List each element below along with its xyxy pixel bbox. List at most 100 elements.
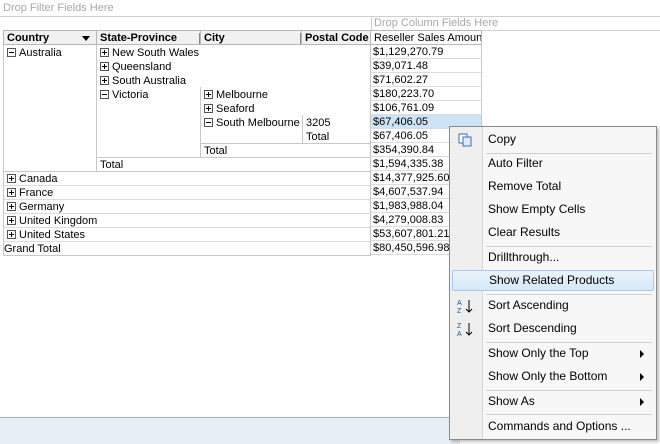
row-label-germany[interactable]: Germany [4,200,370,214]
submenu-arrow-icon [640,350,644,358]
total-label: Total [100,159,124,171]
drop-filter-text: Drop Filter Fields Here [3,2,114,14]
menu-separator [486,414,652,415]
value-cell[interactable]: $71,602.27 [371,73,482,87]
svg-text:Z: Z [457,323,462,330]
menu-item-clear-results[interactable]: Clear Results [452,222,654,243]
row-label-seaford[interactable]: Seaford [201,102,302,116]
state-header-label: State-Province [100,32,178,44]
expand-icon[interactable] [7,202,16,211]
menu-item-sort-descending[interactable]: ZA Sort Descending [452,318,654,339]
collapse-icon[interactable] [204,118,213,127]
drop-column-zone[interactable]: Drop Column Fields Here [371,16,660,31]
expand-icon[interactable] [7,230,16,239]
row-label-united-kingdom[interactable]: United Kingdom [4,214,370,228]
country-label: Germany [19,201,65,213]
country-label: United States [19,229,86,241]
state-label: South Australia [112,75,186,87]
menu-item-show-only-bottom[interactable]: Show Only the Bottom [452,366,654,387]
row-label-south-melbourne[interactable]: South Melbourne [201,116,302,130]
expand-icon[interactable] [7,174,16,183]
value-cell[interactable]: $1,129,270.79 [371,45,482,59]
country-header-label: Country [7,32,50,44]
sort-descending-icon: ZA [457,321,475,338]
svg-text:Z: Z [457,308,462,314]
menu-item-label: Show Only the Bottom [488,369,608,383]
menu-item-label: Show Empty Cells [488,202,586,216]
expand-icon[interactable] [7,188,16,197]
country-label: United Kingdom [19,215,98,227]
submenu-arrow-icon [640,373,644,381]
collapse-icon[interactable] [100,90,109,99]
menu-item-label: Sort Ascending [488,298,569,312]
row-label-victoria-total: Total [201,144,302,158]
header-divider [300,33,301,44]
country-header[interactable]: Country [3,30,97,45]
menu-item-show-as[interactable]: Show As [452,391,654,412]
dropdown-arrow-icon[interactable] [82,36,90,41]
postal-label: 3205 [306,117,331,129]
row-label-sa[interactable]: South Australia [97,74,200,88]
expand-icon[interactable] [7,216,16,225]
row-label-victoria[interactable]: Victoria [97,88,200,102]
svg-text:A: A [457,300,462,307]
menu-item-label: Commands and Options ... [488,419,631,433]
measure-header[interactable]: Reseller Sales Amount [371,30,482,45]
sort-ascending-icon: AZ [457,298,475,315]
country-label: Canada [19,173,58,185]
menu-item-sort-ascending[interactable]: AZ Sort Ascending [452,295,654,316]
submenu-arrow-icon [640,398,644,406]
row-label-qld[interactable]: Queensland [97,60,200,74]
copy-icon [457,132,475,148]
menu-item-label: Show Related Products [489,273,615,287]
postal-header[interactable]: Postal Code [302,30,371,45]
total-label: Total [306,131,330,143]
menu-item-show-empty-cells[interactable]: Show Empty Cells [452,199,654,220]
city-header[interactable]: City [201,30,302,45]
menu-item-label: Clear Results [488,225,561,239]
header-divider [199,33,200,44]
expand-icon[interactable] [100,76,109,85]
menu-item-label: Auto Filter [488,156,543,170]
menu-item-commands-and-options[interactable]: Commands and Options ... [452,416,654,437]
expand-icon[interactable] [204,104,213,113]
menu-item-label: Drillthrough... [488,250,560,264]
country-label: France [19,187,54,199]
row-label-melbourne[interactable]: Melbourne [201,88,302,102]
value-cell[interactable]: $106,761.09 [371,101,482,115]
state-label: New South Wales [112,47,200,59]
city-label: Seaford [216,103,255,115]
row-label-australia[interactable]: Australia [4,46,94,60]
menu-item-remove-total[interactable]: Remove Total [452,176,654,197]
grand-total-label: Grand Total [4,243,61,255]
expand-icon[interactable] [100,48,109,57]
expand-icon[interactable] [204,90,213,99]
state-label: Queensland [112,61,172,73]
row-label-united-states[interactable]: United States [4,228,370,242]
collapse-icon[interactable] [7,48,16,57]
state-label: Victoria [112,89,149,101]
svg-text:A: A [457,331,462,337]
menu-item-label: Show As [488,394,535,408]
expand-icon[interactable] [100,62,109,71]
state-header[interactable]: State-Province [97,30,201,45]
menu-item-auto-filter[interactable]: Auto Filter [452,153,654,174]
menu-item-drillthrough[interactable]: Drillthrough... [452,247,654,268]
row-label-canada[interactable]: Canada [4,172,370,186]
row-label-postal-3205[interactable]: 3205 [303,116,370,130]
menu-item-label: Show Only the Top [488,346,589,360]
row-label-grand-total: Grand Total [4,242,370,256]
drop-filter-zone[interactable]: Drop Filter Fields Here [0,0,660,17]
row-label-australia-total: Total [97,158,200,172]
measure-header-label: Reseller Sales Amount [374,32,482,44]
value-cell[interactable]: $39,071.48 [371,59,482,73]
menu-item-show-related-products[interactable]: Show Related Products [452,270,654,291]
city-header-label: City [204,32,225,44]
bottom-scroll-bar[interactable] [0,417,460,444]
row-label-nsw[interactable]: New South Wales [97,46,200,60]
value-cell[interactable]: $180,223.70 [371,87,482,101]
menu-item-copy[interactable]: Copy [452,129,654,150]
row-label-france[interactable]: France [4,186,370,200]
menu-item-label: Remove Total [488,179,562,193]
menu-item-show-only-top[interactable]: Show Only the Top [452,343,654,364]
